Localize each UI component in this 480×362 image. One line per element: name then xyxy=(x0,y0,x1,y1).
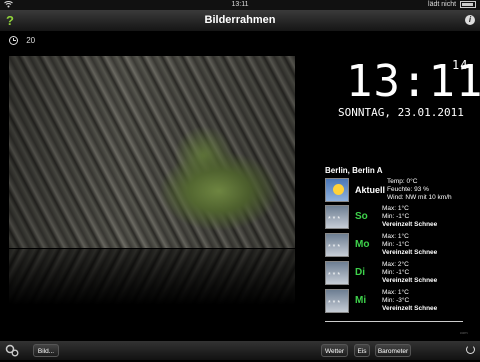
forecast-min: Min: -1°C xyxy=(382,269,410,276)
forecast-min: Min: -3°C xyxy=(382,297,410,304)
weather-divider xyxy=(325,321,463,322)
digital-clock: 13:11 14 xyxy=(346,58,480,106)
bottom-toolbar: Bild... Wetter Eis Barometer xyxy=(0,341,480,360)
forecast-day: Mo xyxy=(355,239,370,250)
slideshow-timer[interactable]: 20 xyxy=(9,36,35,48)
weather-footer: com xyxy=(460,330,468,335)
snow-weather-icon xyxy=(325,289,349,313)
refresh-icon[interactable] xyxy=(466,345,475,354)
sun-weather-icon xyxy=(325,178,349,202)
forecast-day: Mi xyxy=(355,295,367,306)
photo-reflection xyxy=(9,249,295,309)
forecast-details: Max: 1°C Min: -1°C Vereinzelt Schnee xyxy=(382,233,437,257)
forecast-details: Max: 2°C Min: -1°C Vereinzelt Schnee xyxy=(382,261,437,285)
timer-value: 20 xyxy=(26,36,36,45)
forecast-desc: Vereinzelt Schnee xyxy=(382,249,438,256)
weather-wind: Wind: NW mit 10 km/h xyxy=(387,194,452,201)
clock-seconds: 14 xyxy=(452,58,469,72)
title-bar: ? Bilderrahmen i xyxy=(0,10,480,32)
weather-current-label: Aktuell xyxy=(355,185,386,195)
photo-shade xyxy=(9,56,295,248)
weather-button[interactable]: Wetter xyxy=(321,344,348,357)
forecast-details: Max: 1°C Min: -1°C Vereinzelt Schnee xyxy=(382,205,437,229)
weather-current-details: Temp: 0°C Feuchte: 93 % Wind: NW mit 10 … xyxy=(387,178,452,202)
status-bar: 13:11 lädt nicht xyxy=(0,0,480,10)
forecast-row: So Max: 1°C Min: -1°C Vereinzelt Schnee xyxy=(325,205,465,229)
image-button[interactable]: Bild... xyxy=(33,344,59,357)
timer-clock-icon xyxy=(9,36,18,46)
settings-gear-icon[interactable] xyxy=(5,343,19,357)
info-button[interactable]: i xyxy=(465,15,475,25)
page-title: Bilderrahmen xyxy=(204,14,276,26)
forecast-max: Max: 1°C xyxy=(382,289,409,296)
forecast-min: Min: -1°C xyxy=(382,213,410,220)
forecast-max: Max: 1°C xyxy=(382,233,409,240)
weather-temp: Temp: 0°C xyxy=(387,178,418,185)
battery-icon xyxy=(460,0,476,8)
clock-date: SONNTAG, 23.01.2011 xyxy=(338,106,464,119)
photo-frame-image[interactable] xyxy=(9,56,295,248)
forecast-row: Mo Max: 1°C Min: -1°C Vereinzelt Schnee xyxy=(325,233,465,257)
forecast-day: So xyxy=(355,211,368,222)
forecast-desc: Vereinzelt Schnee xyxy=(382,277,438,284)
forecast-desc: Vereinzelt Schnee xyxy=(382,305,438,312)
status-time: 13:11 xyxy=(231,1,249,8)
forecast-row: Mi Max: 1°C Min: -3°C Vereinzelt Schnee xyxy=(325,289,465,313)
barometer-button[interactable]: Barometer xyxy=(375,344,411,357)
forecast-details: Max: 1°C Min: -3°C Vereinzelt Schnee xyxy=(382,289,437,313)
weather-current: Aktuell Temp: 0°C Feuchte: 93 % Wind: NW… xyxy=(325,178,465,202)
battery-label: lädt nicht xyxy=(428,1,457,8)
forecast-max: Max: 2°C xyxy=(382,261,409,268)
ice-button[interactable]: Eis xyxy=(354,344,370,357)
forecast-max: Max: 1°C xyxy=(382,205,409,212)
weather-humidity: Feuchte: 93 % xyxy=(387,186,429,193)
forecast-row: Di Max: 2°C Min: -1°C Vereinzelt Schnee xyxy=(325,261,465,285)
snow-weather-icon xyxy=(325,261,349,285)
battery-status: lädt nicht xyxy=(428,0,476,10)
snow-weather-icon xyxy=(325,233,349,257)
forecast-desc: Vereinzelt Schnee xyxy=(382,221,438,228)
snow-weather-icon xyxy=(325,205,349,229)
forecast-day: Di xyxy=(355,267,365,278)
forecast-min: Min: -1°C xyxy=(382,241,410,248)
weather-city[interactable]: Berlin, Berlin A xyxy=(325,166,383,175)
